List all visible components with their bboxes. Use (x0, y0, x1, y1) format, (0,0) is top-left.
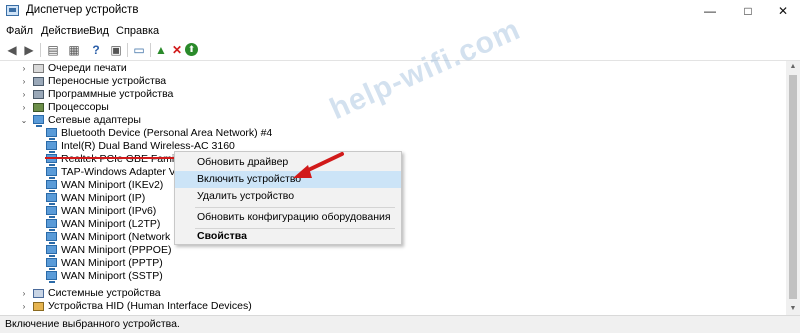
properties-icon[interactable]: ▤ (45, 42, 61, 58)
scrollbar-thumb[interactable] (789, 75, 797, 299)
toolbar-separator (150, 43, 151, 57)
title-bar: Диспетчер устройств — □ ✕ (0, 0, 800, 22)
expand-icon[interactable]: › (20, 62, 28, 75)
network-adapter-icon (46, 258, 57, 270)
network-adapter-icon (46, 167, 57, 179)
network-adapter-icon (46, 180, 57, 192)
help-icon[interactable]: ? (88, 42, 104, 58)
menu-properties[interactable]: Свойства (175, 228, 401, 245)
vertical-scrollbar[interactable]: ▲ ▼ (786, 61, 800, 315)
network-adapter-icon (46, 141, 57, 153)
annotation-arrow-icon (293, 152, 344, 178)
category-label: Устройства HID (Human Interface Devices) (48, 300, 252, 312)
expand-icon[interactable]: › (20, 75, 28, 88)
printer-icon (33, 64, 44, 73)
toolbar-separator (127, 43, 128, 57)
monitor-icon[interactable]: ▭ (131, 42, 147, 58)
list-icon[interactable]: ▦ (66, 42, 82, 58)
network-adapter-icon (46, 245, 57, 257)
toolbar-separator (40, 43, 41, 57)
device-label: Bluetooth Device (Personal Area Network)… (61, 127, 273, 139)
menu-item-label: Свойства (197, 230, 247, 242)
expand-icon[interactable]: › (20, 101, 28, 114)
menu-update-driver[interactable]: Обновить драйвер (175, 154, 401, 171)
menu-item-label: Удалить устройство (197, 190, 295, 202)
minimize-button[interactable]: — (692, 0, 728, 22)
menu-help[interactable]: Справка (116, 25, 159, 37)
back-icon[interactable]: ◀ (4, 42, 20, 58)
menu-enable-device[interactable]: Включить устройство (175, 171, 401, 188)
device-label: TAP-Windows Adapter V9 (61, 166, 182, 178)
category-label: Переносные устройства (48, 75, 167, 87)
menu-item-label: Обновить конфигурацию оборудования (197, 211, 391, 223)
category-label: Сетевые адаптеры (48, 114, 141, 126)
cpu-icon (33, 103, 44, 112)
device-label: WAN Miniport (IPv6) (61, 205, 157, 217)
collapse-icon[interactable]: ⌄ (20, 114, 28, 127)
status-text: Включение выбранного устройства. (5, 318, 180, 330)
menu-item-label: Включить устройство (197, 173, 302, 185)
device-label: WAN Miniport (IKEv2) (61, 179, 164, 191)
software-device-icon (33, 90, 44, 99)
network-adapter-icon (46, 128, 57, 140)
scroll-up-icon[interactable]: ▲ (786, 61, 800, 73)
menu-bar: Файл Действие Вид Справка (0, 22, 800, 40)
device-label: WAN Miniport (PPTP) (61, 257, 163, 269)
update-driver-icon[interactable]: ▲ (153, 42, 169, 58)
device-label: WAN Miniport (Network Mo (61, 231, 188, 243)
status-bar: Включение выбранного устройства. (0, 315, 800, 333)
maximize-button[interactable]: □ (730, 0, 766, 22)
network-adapter-icon (46, 206, 57, 218)
delete-icon[interactable]: ✕ (169, 42, 185, 58)
category-label: Программные устройства (48, 88, 174, 100)
device-label: WAN Miniport (PPPOE) (61, 244, 172, 256)
network-adapter-icon (46, 193, 57, 205)
toolbar: ◀ ▶ ▤ ▦ ? ▣ ▭ ▲ ✕ ⬆ (0, 40, 800, 61)
window-title: Диспетчер устройств (26, 4, 139, 16)
menu-separator (195, 207, 395, 208)
expand-icon[interactable]: › (20, 88, 28, 101)
network-adapter-icon (33, 115, 44, 127)
context-menu: Обновить драйвер Включить устройство Уда… (174, 151, 402, 245)
expand-icon[interactable]: › (20, 287, 28, 300)
device-label: WAN Miniport (SSTP) (61, 270, 163, 282)
portable-device-icon (33, 77, 44, 86)
scroll-down-icon[interactable]: ▼ (786, 303, 800, 315)
network-adapter-icon (46, 219, 57, 231)
device-icon[interactable]: ▣ (108, 42, 124, 58)
menu-item-label: Обновить драйвер (197, 156, 289, 168)
menu-remove-device[interactable]: Удалить устройство (175, 188, 401, 205)
forward-icon[interactable]: ▶ (21, 42, 37, 58)
network-adapter-icon (46, 271, 57, 283)
device-label: WAN Miniport (L2TP) (61, 218, 161, 230)
device-manager-icon (6, 5, 19, 16)
close-button[interactable]: ✕ (765, 0, 800, 22)
category-label: Системные устройства (48, 287, 161, 299)
hid-icon (33, 302, 44, 311)
enable-icon[interactable]: ⬆ (185, 43, 198, 56)
menu-scan-hardware[interactable]: Обновить конфигурацию оборудования (175, 209, 401, 226)
device-label: WAN Miniport (IP) (61, 192, 146, 204)
category-label: Процессоры (48, 101, 109, 113)
menu-view[interactable]: Вид (89, 25, 109, 37)
expand-icon[interactable]: › (20, 300, 28, 313)
network-adapter-icon (46, 232, 57, 244)
menu-action[interactable]: Действие (41, 25, 89, 37)
system-device-icon (33, 289, 44, 298)
menu-file[interactable]: Файл (6, 25, 33, 37)
annotation-underline (45, 157, 190, 159)
category-label: Очереди печати (48, 62, 127, 74)
